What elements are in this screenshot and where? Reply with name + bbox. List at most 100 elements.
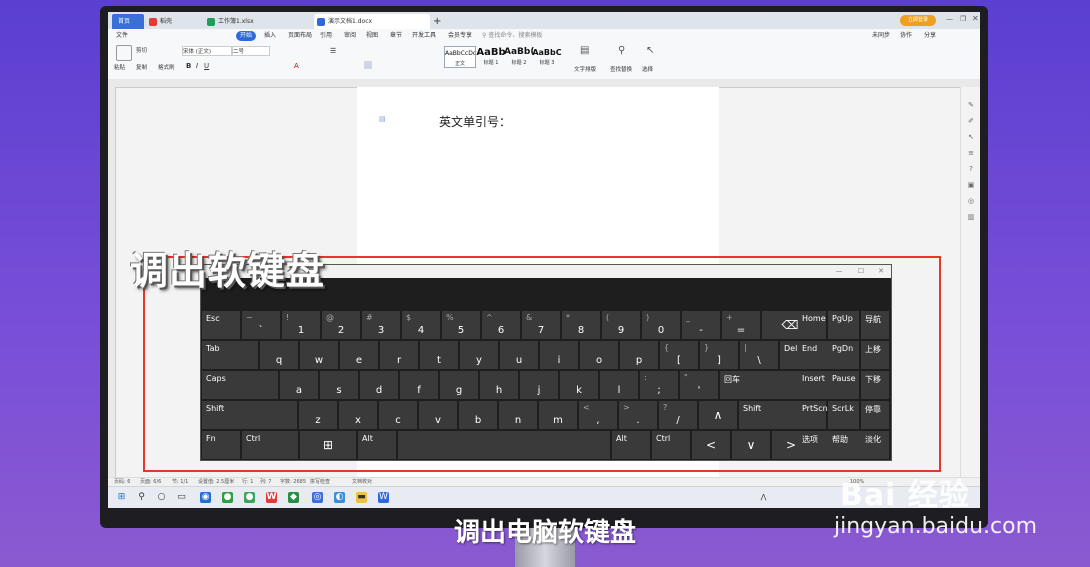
menu-layout[interactable]: 页面布局 (288, 31, 312, 41)
font-color-icon[interactable]: A (294, 62, 299, 70)
paste-label: 粘贴 (114, 65, 126, 71)
style-heading-3[interactable]: AaBbC 标题 3 (532, 46, 562, 66)
paste-icon[interactable] (116, 45, 132, 61)
globe-icon[interactable]: ◎ (967, 197, 975, 205)
task-view-icon[interactable]: ○ (156, 492, 167, 503)
style-label: 标题 1 (483, 60, 499, 66)
format-painter-button[interactable]: 格式刷 (158, 63, 175, 71)
tab-label: 首页 (118, 18, 131, 25)
tab-bar: 首页 稻壳 工作簿1.xlsx 演示文档1.docx + 立即登录 — ❐ ✕ (108, 12, 980, 29)
right-sidebar: ✎ ✐ ↖ ≡ ? ▣ ◎ ▥ (960, 87, 980, 477)
start-icon[interactable]: ⊞ (116, 492, 127, 503)
copy-button[interactable]: 复制 (136, 63, 147, 71)
bold-icon[interactable]: B (186, 62, 191, 70)
cut-button[interactable]: 剪切 (136, 46, 147, 54)
baidu-watermark-url: jingyan.baidu.com (834, 514, 1038, 539)
minimize-icon[interactable]: — (946, 15, 953, 23)
select-button[interactable]: 选择 (642, 65, 653, 73)
edit-icon[interactable]: ✐ (967, 117, 975, 125)
text-layout-button[interactable]: 文字排版 (574, 65, 596, 73)
style-normal[interactable]: AaBbCcDd 正文 (444, 46, 476, 68)
font-name-select[interactable]: 宋体 (正文) (182, 46, 232, 56)
tab-label: 工作簿1.xlsx (218, 18, 254, 25)
search-icon[interactable]: ⚲ (136, 492, 147, 503)
layers-icon[interactable]: ▥ (967, 213, 975, 221)
tab-label: 演示文档1.docx (328, 18, 373, 25)
italic-icon[interactable]: I (196, 62, 198, 70)
wechat-icon[interactable]: ● (222, 492, 233, 503)
tab-document[interactable]: 演示文档1.docx (314, 14, 430, 29)
pointer-icon[interactable]: ↖ (967, 133, 975, 141)
font-size-select[interactable]: 二号 (232, 46, 270, 56)
edge-icon[interactable]: ◐ (334, 492, 345, 503)
menu-chapter[interactable]: 章节 (390, 31, 402, 41)
style-label: 标题 3 (539, 60, 555, 66)
new-tab-label: + (433, 16, 442, 27)
document-text[interactable]: 英文单引号： (439, 113, 511, 130)
style-preview: AaBb( (504, 47, 534, 57)
wps-icon[interactable]: W (266, 492, 277, 503)
chrome-icon[interactable]: ◎ (312, 492, 323, 503)
menu-bar: 文件 开始 插入 页面布局 引用 审阅 视图 章节 开发工具 会员专享 ⚲ 查找… (108, 29, 980, 43)
login-button[interactable]: 立即登录 (900, 15, 936, 26)
ribbon: 粘贴 剪切 复制 格式刷 宋体 (正文) 二号 B I U A ☰ AaBbCc… (108, 43, 980, 80)
restore-icon[interactable]: ❐ (960, 15, 966, 23)
font-size-value: 二号 (233, 49, 245, 55)
menu-member[interactable]: 会员专享 (448, 31, 472, 41)
chat-icon[interactable]: ● (244, 492, 255, 503)
list-icon[interactable]: ☰ (330, 47, 336, 55)
align-center-icon[interactable] (364, 61, 372, 69)
menu-view[interactable]: 视图 (366, 31, 378, 41)
style-preview: AaBb (476, 47, 506, 58)
new-tab-button[interactable]: + (430, 14, 444, 29)
vertical-ruler (108, 87, 116, 477)
font-name-value: 宋体 (正文) (183, 49, 212, 55)
search-icon: ⚲ (482, 32, 487, 39)
style-heading-2[interactable]: AaBb( 标题 2 (504, 46, 534, 66)
menu-file[interactable]: 文件 (116, 31, 128, 41)
share-button[interactable]: 分享 (924, 31, 936, 41)
text-layout-icon[interactable]: ▤ (580, 45, 589, 56)
image-icon[interactable]: ▣ (967, 181, 975, 189)
close-icon[interactable]: ✕ (972, 14, 979, 23)
style-preview: AaBbCcDd (445, 50, 475, 57)
docer-icon (149, 18, 157, 26)
find-icon[interactable]: ⚲ (618, 45, 625, 56)
document-icon (317, 18, 325, 26)
app-icon[interactable]: ◆ (288, 492, 299, 503)
caption-title: 调出软键盘 (130, 249, 326, 293)
tray-icons[interactable]: ⋀ (758, 492, 769, 503)
menu-start[interactable]: 开始 (236, 31, 257, 41)
baidu-watermark-logo: Bai 经验 (840, 478, 970, 513)
browser-icon[interactable]: ◉ (200, 492, 211, 503)
menu-devtools[interactable]: 开发工具 (412, 31, 436, 41)
spreadsheet-icon (207, 18, 215, 26)
style-label: 正文 (454, 61, 465, 67)
style-label: 标题 2 (511, 60, 527, 66)
tab-workbook[interactable]: 工作簿1.xlsx (204, 14, 308, 29)
writer-icon[interactable]: W (378, 492, 389, 503)
sync-status[interactable]: 未同步 (872, 31, 890, 41)
underline-icon[interactable]: U (204, 62, 209, 70)
tab-docer[interactable]: 稻壳 (146, 14, 202, 29)
search-command[interactable]: ⚲ 查找命令、搜索模板 (482, 31, 542, 41)
menu-reference[interactable]: 引用 (320, 31, 332, 41)
paragraph-handle-icon[interactable]: ▤ (379, 115, 386, 123)
menu-review[interactable]: 审阅 (344, 31, 356, 41)
menu-insert[interactable]: 插入 (264, 31, 276, 41)
tab-label: 稻壳 (160, 18, 173, 25)
tab-home[interactable]: 首页 (112, 14, 144, 29)
login-label: 立即登录 (907, 17, 928, 23)
search-placeholder: 查找命令、搜索模板 (488, 32, 543, 39)
style-heading-1[interactable]: AaBb 标题 1 (476, 46, 506, 66)
caption-subtitle: 调出电脑软键盘 (453, 518, 636, 548)
collaborate-button[interactable]: 协作 (900, 31, 912, 41)
find-replace-button[interactable]: 查找替换 (610, 65, 632, 73)
cursor-icon[interactable]: ↖ (646, 45, 654, 56)
style-preview: AaBbC (532, 48, 562, 57)
help-icon[interactable]: ? (967, 165, 975, 173)
folder-icon[interactable]: ▬ (356, 492, 367, 503)
settings-icon[interactable]: ≡ (967, 149, 975, 157)
pin-icon[interactable]: ✎ (967, 101, 975, 109)
widgets-icon[interactable]: ▭ (176, 492, 187, 503)
